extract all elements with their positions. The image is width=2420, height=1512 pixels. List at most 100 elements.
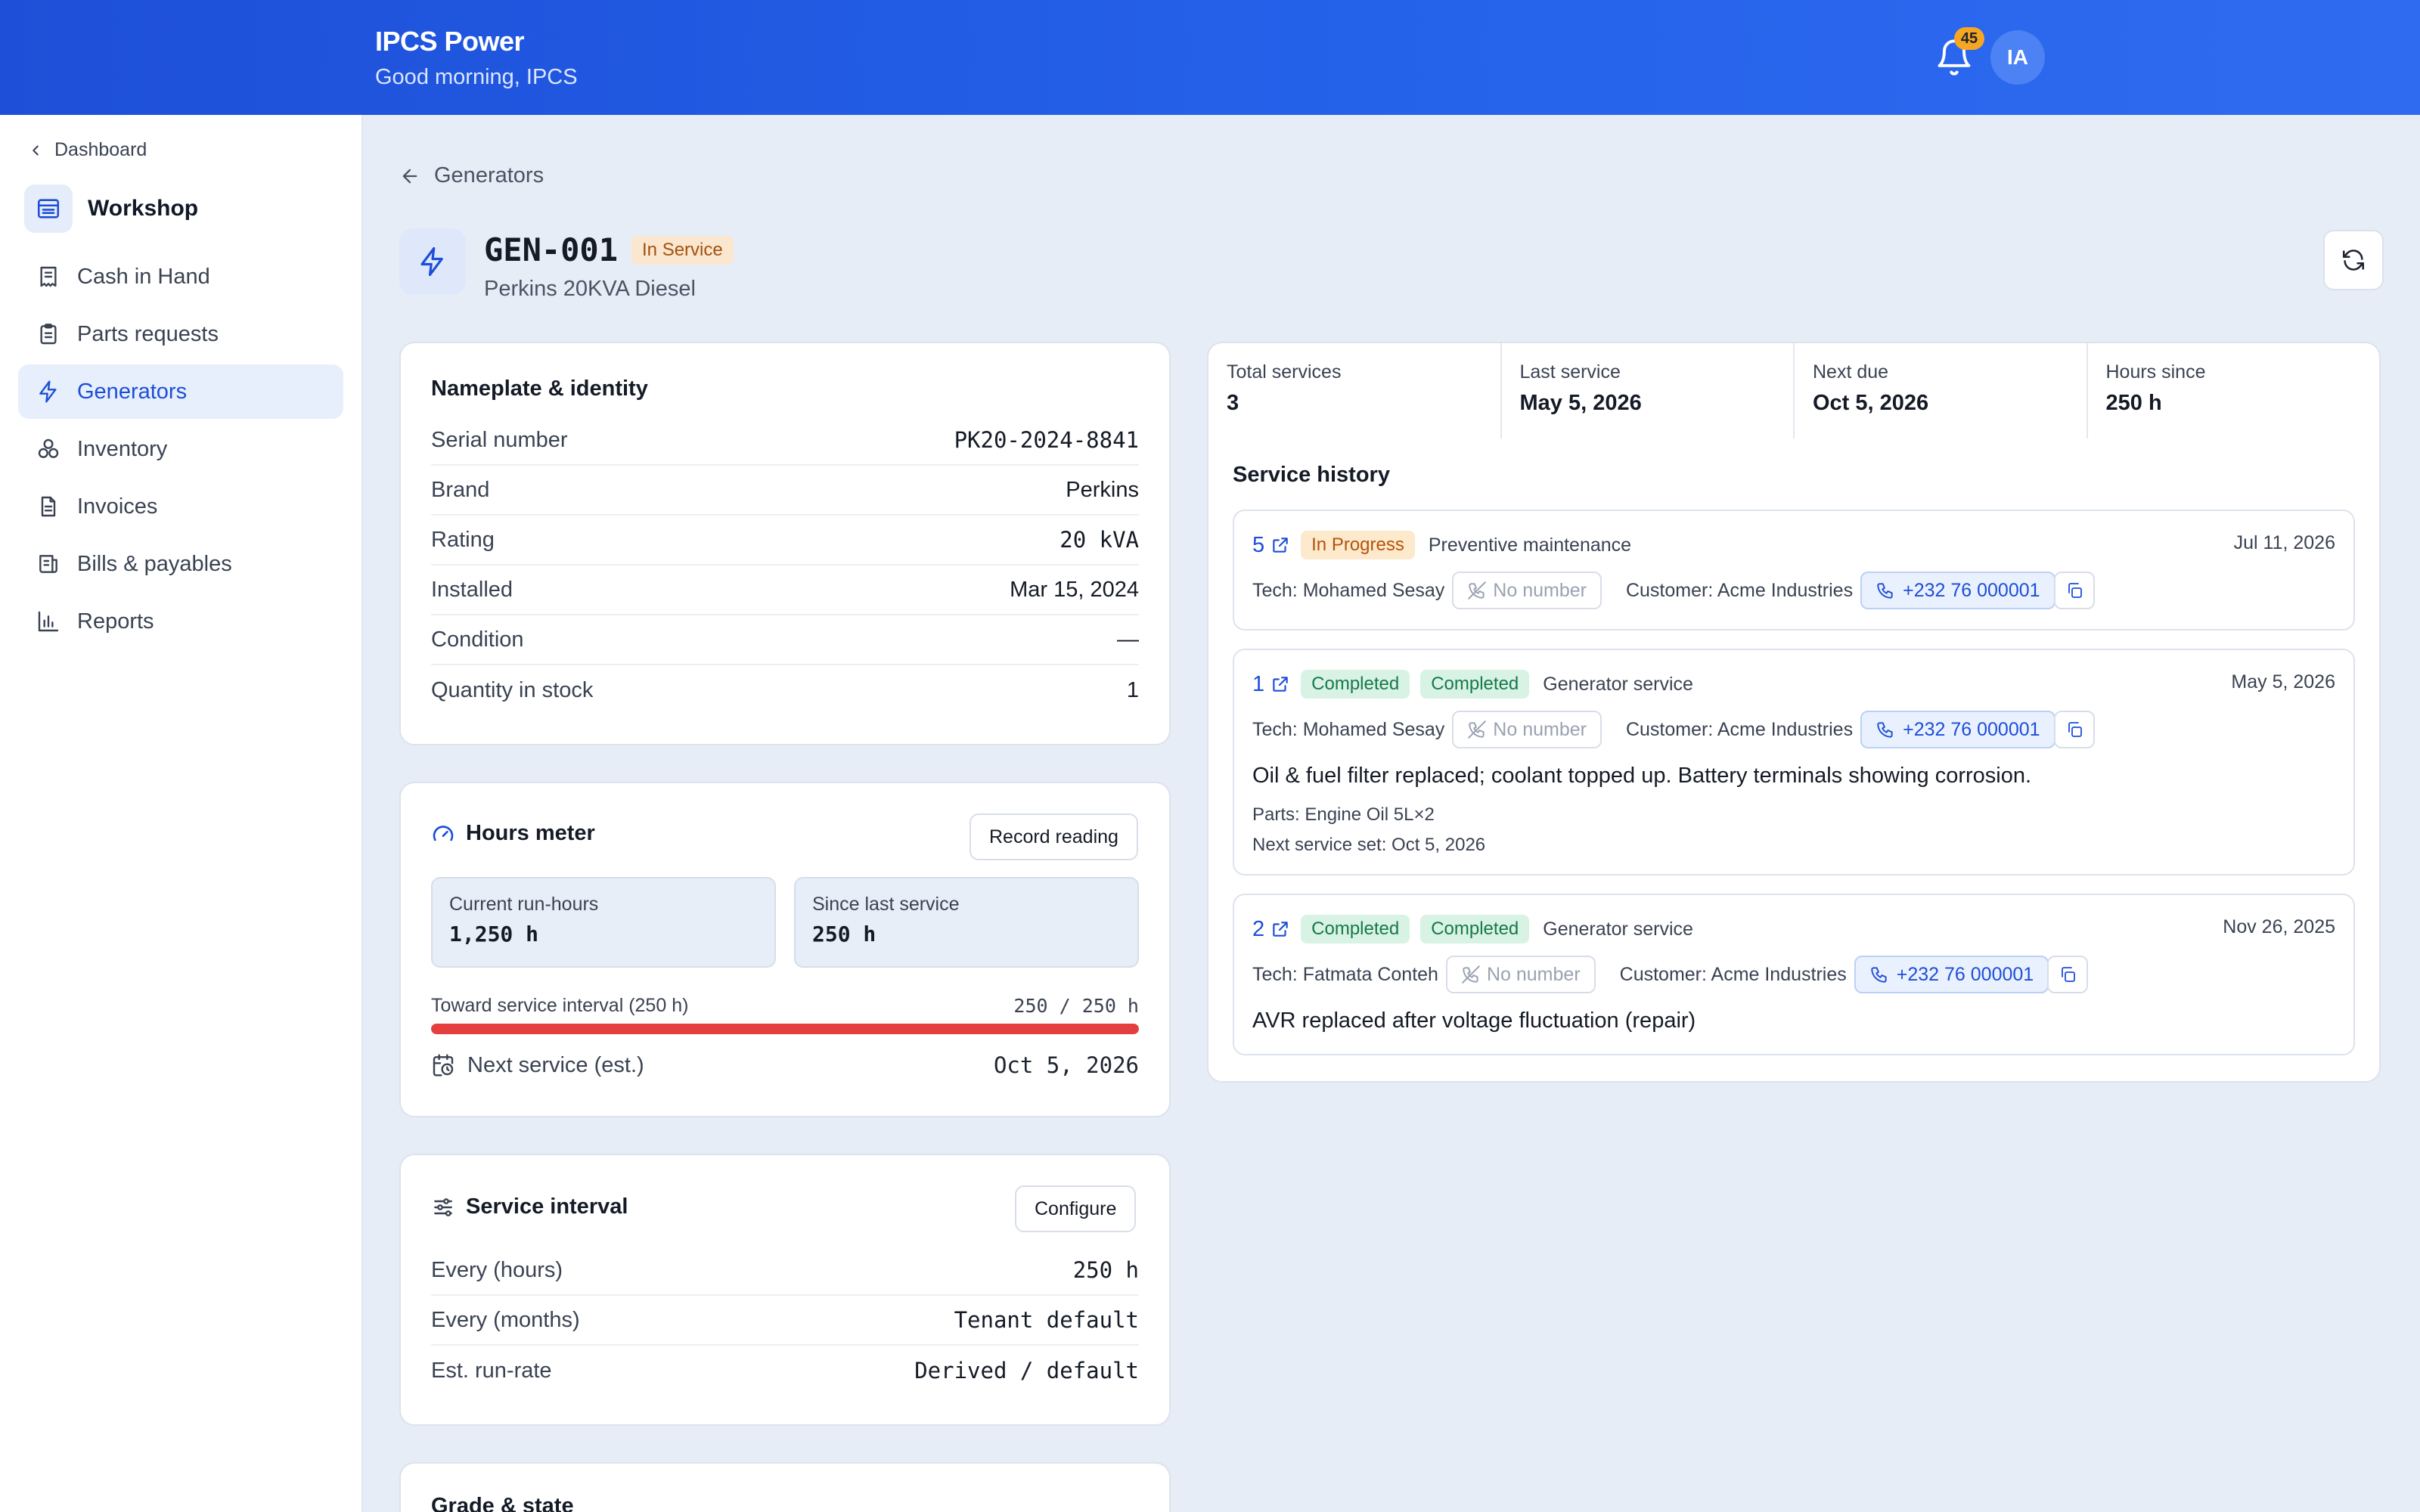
card-title-label: Service interval <box>466 1194 628 1219</box>
since-last-service: Since last service 250 h <box>794 877 1139 968</box>
technician: Tech: Mohamed Sesay <box>1252 718 1445 740</box>
bill-icon <box>39 555 57 573</box>
refresh-icon <box>2342 249 2365 271</box>
status-badge: Completed <box>1301 670 1410 699</box>
service-note: Oil & fuel filter replaced; coolant topp… <box>1252 764 2032 788</box>
kv-label: Quantity in stock <box>431 677 594 702</box>
hours-meter-card: Hours meter Record reading Current run-h… <box>399 782 1171 1117</box>
workshop-section: Workshop <box>24 184 198 233</box>
phone-number: +232 76 000001 <box>1896 963 2034 985</box>
kv-value: Mar 15, 2024 <box>1010 577 1139 602</box>
stat-label: Last service <box>1519 361 1621 383</box>
kv-row: Est. run-rate Derived / default <box>431 1346 1139 1396</box>
phone-off-icon <box>1462 965 1480 984</box>
service-link[interactable]: 2 <box>1252 917 1290 942</box>
customer: Customer: Acme Industries <box>1619 963 1847 985</box>
refresh-button[interactable] <box>2323 230 2384 290</box>
bolt-icon <box>399 228 466 295</box>
sidebar-item-label: Inventory <box>77 436 168 461</box>
no-number-label: No number <box>1493 718 1587 740</box>
service-next-set: Next service set: Oct 5, 2026 <box>1252 835 1486 855</box>
no-number-chip: No number <box>1452 711 1602 748</box>
service-entry[interactable]: 1 Completed Completed Generator service … <box>1233 649 2355 875</box>
phone-icon <box>1877 722 1893 738</box>
sidebar-item-inventory[interactable]: Inventory <box>18 422 343 476</box>
avatar[interactable]: IA <box>1990 30 2045 85</box>
kv-value: Tenant default <box>954 1307 1139 1333</box>
service-type: Generator service <box>1543 918 1693 940</box>
page-title: GEN-001 <box>484 231 619 268</box>
kv-value: — <box>1117 627 1139 652</box>
sidebar-item-label: Parts requests <box>77 321 219 346</box>
kv-row: Quantity in stock 1 <box>431 665 1139 715</box>
phone-icon <box>1871 967 1887 983</box>
kv-row: Every (hours) 250 h <box>431 1246 1139 1296</box>
sidebar-item-cash-in-hand[interactable]: Cash in Hand <box>18 249 343 304</box>
sidebar-item-bills-payables[interactable]: Bills & payables <box>18 537 343 591</box>
sidebar-item-generators[interactable]: Generators <box>18 364 343 419</box>
service-type: Generator service <box>1543 673 1693 695</box>
record-reading-button[interactable]: Record reading <box>970 813 1138 860</box>
service-link[interactable]: 1 <box>1252 672 1290 697</box>
kv-value: PK20-2024-8841 <box>954 427 1139 453</box>
bar-chart-icon <box>38 611 59 632</box>
service-note: AVR replaced after voltage fluctuation (… <box>1252 1009 1696 1033</box>
sidebar-item-label: Bills & payables <box>77 551 232 576</box>
page-subtitle: Perkins 20KVA Diesel <box>484 277 696 301</box>
stat-label: Hours since <box>2105 361 2206 383</box>
copy-button[interactable] <box>2053 572 2095 609</box>
no-number-chip: No number <box>1452 572 1602 609</box>
phone-link[interactable]: +232 76 000001 <box>1860 711 2055 748</box>
service-header: 1 Completed Completed Generator service <box>1252 670 1693 699</box>
stat-value: 250 h <box>2105 391 2162 415</box>
kv-label: Rating <box>431 527 495 552</box>
kv-label: Serial number <box>431 427 568 452</box>
service-date: May 5, 2026 <box>2231 671 2335 692</box>
greeting: Good morning, IPCS <box>375 65 578 89</box>
brand-name[interactable]: IPCS Power <box>375 26 525 57</box>
kv-label: Every (months) <box>431 1307 580 1332</box>
status-badge: Completed <box>1420 915 1530 943</box>
progress-label: Toward service interval (250 h) <box>431 995 689 1016</box>
bolt-icon <box>39 380 57 403</box>
service-date: Nov 26, 2025 <box>2223 916 2335 937</box>
back-to-dashboard[interactable]: Dashboard <box>27 139 147 161</box>
technician: Tech: Mohamed Sesay <box>1252 579 1445 601</box>
external-link-icon <box>1273 677 1288 692</box>
phone-number: +232 76 000001 <box>1903 579 2040 601</box>
stat-hours-since: Hours since 250 h <box>2088 343 2380 438</box>
configure-button[interactable]: Configure <box>1015 1185 1137 1232</box>
no-number-label: No number <box>1493 579 1587 601</box>
kv-value: 20 kVA <box>1060 527 1139 553</box>
service-entry[interactable]: 2 Completed Completed Generator service … <box>1233 894 2355 1055</box>
phone-link[interactable]: +232 76 000001 <box>1860 572 2055 609</box>
stat-value: May 5, 2026 <box>1519 391 1642 415</box>
copy-button[interactable] <box>2047 956 2089 993</box>
sidebar-item-invoices[interactable]: Invoices <box>18 479 343 534</box>
status-badge: Completed <box>1420 670 1530 699</box>
card-title: Hours meter <box>431 821 595 846</box>
phone-off-icon <box>1468 581 1487 600</box>
phone-link[interactable]: +232 76 000001 <box>1854 956 2049 993</box>
meter-value: 1,250 h <box>449 922 539 947</box>
copy-button[interactable] <box>2053 711 2095 748</box>
service-number: 2 <box>1252 916 1265 941</box>
card-title: Nameplate & identity <box>431 376 648 401</box>
chevron-left-icon <box>33 144 39 156</box>
customer: Customer: Acme Industries <box>1625 718 1854 740</box>
breadcrumb[interactable]: Generators <box>399 163 544 188</box>
sidebar-item-reports[interactable]: Reports <box>18 594 343 649</box>
kv-value: Perkins <box>1066 477 1139 502</box>
progress-label-row: Toward service interval (250 h) 250 / 25… <box>431 995 1139 1017</box>
service-link[interactable]: 5 <box>1252 533 1290 558</box>
stat-label: Next due <box>1813 361 1889 383</box>
service-number: 1 <box>1252 671 1265 696</box>
copy-icon <box>2062 967 2076 982</box>
service-entry[interactable]: 5 In Progress Preventive maintenance Jul… <box>1233 510 2355 631</box>
sidebar-item-parts-requests[interactable]: Parts requests <box>18 307 343 361</box>
gauge-icon <box>433 825 454 841</box>
boxes-icon <box>38 438 59 458</box>
kv-row: Serial number PK20-2024-8841 <box>431 416 1139 466</box>
no-number-chip: No number <box>1445 956 1596 993</box>
copy-icon <box>2068 583 2082 598</box>
